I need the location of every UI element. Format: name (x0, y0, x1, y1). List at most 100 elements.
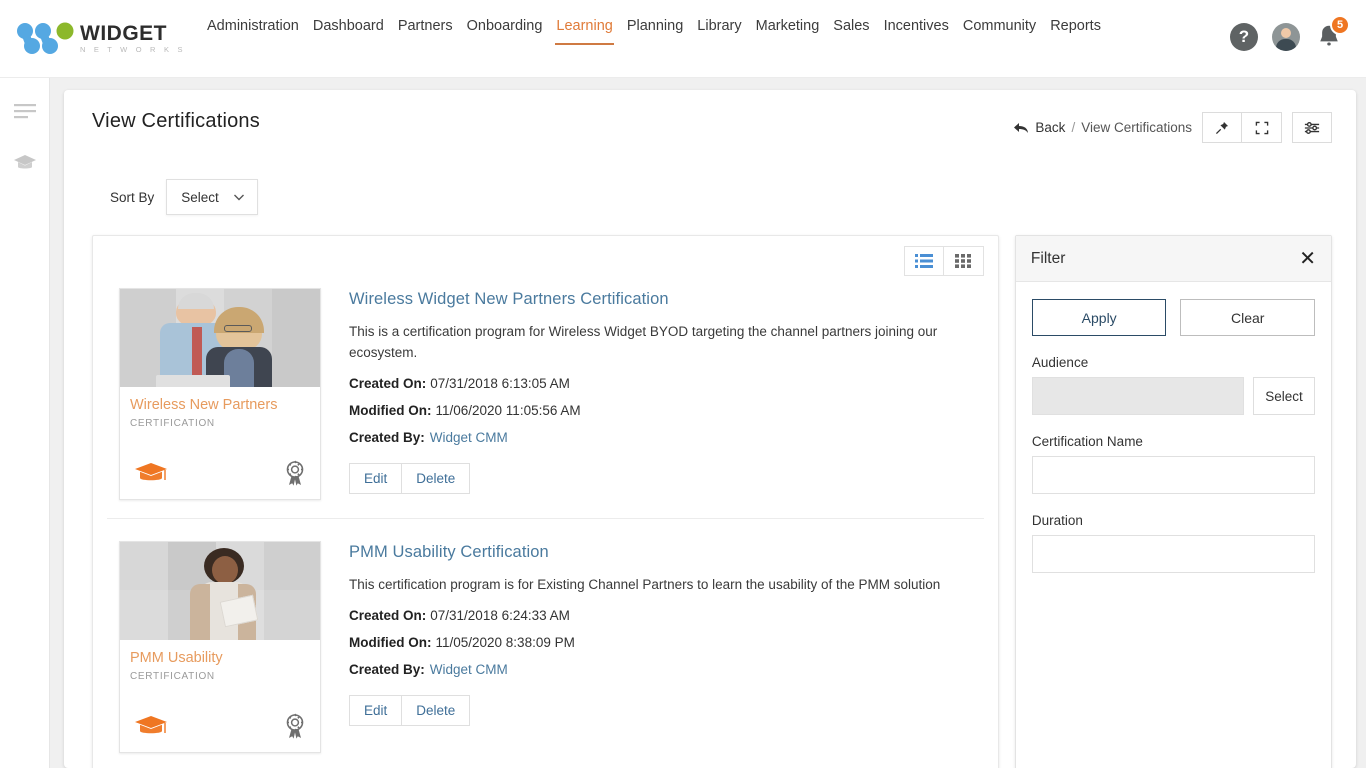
nav-item-dashboard[interactable]: Dashboard (306, 16, 391, 36)
notifications-button[interactable]: 5 (1314, 22, 1344, 52)
fullscreen-icon (1254, 120, 1270, 136)
nav-item-planning[interactable]: Planning (620, 16, 690, 36)
breadcrumb-current: View Certifications (1081, 120, 1192, 135)
brand-logo[interactable]: WIDGET N E T W O R K S (16, 22, 188, 56)
certification-thumbnail-image (120, 542, 320, 640)
created-on-row: Created On: 07/31/2018 6:24:33 AM (349, 608, 984, 623)
header-icon-buttons (1202, 112, 1282, 143)
close-icon[interactable]: ✕ (1299, 249, 1316, 269)
graduation-cap-icon (134, 713, 168, 739)
created-on-value: 07/31/2018 6:13:05 AM (430, 376, 570, 391)
hamburger-menu-icon[interactable] (12, 98, 38, 124)
modified-on-label: Modified On: (349, 635, 431, 650)
nav-item-partners[interactable]: Partners (391, 16, 460, 36)
created-by-value[interactable]: Widget CMM (430, 662, 508, 677)
nav-item-incentives[interactable]: Incentives (877, 16, 956, 36)
chevron-down-icon (231, 189, 247, 205)
certification-row: PMM Usability CERTIFICATION PMM Usabilit… (107, 518, 984, 768)
audience-field[interactable] (1032, 377, 1244, 415)
notification-badge: 5 (1330, 15, 1350, 35)
nav-item-administration[interactable]: Administration (200, 16, 306, 36)
top-navigation-bar: WIDGET N E T W O R K S AdministrationDas… (0, 0, 1366, 78)
certification-actions: Edit Delete (349, 695, 984, 726)
sort-by-select[interactable]: Select (166, 179, 258, 215)
created-on-label: Created On: (349, 608, 426, 623)
certification-thumbnail-body: Wireless New Partners CERTIFICATION (120, 387, 320, 429)
modified-on-value: 11/05/2020 8:38:09 PM (435, 635, 574, 650)
created-by-label: Created By: (349, 430, 425, 445)
view-toggle-group (107, 246, 984, 276)
certification-thumbnail-footer (120, 460, 320, 491)
certification-thumbnail-title: Wireless New Partners (130, 397, 310, 414)
created-on-row: Created On: 07/31/2018 6:13:05 AM (349, 376, 984, 391)
page-header: View Certifications Back / View Certific… (92, 110, 1332, 143)
certification-thumbnail-card[interactable]: Wireless New Partners CERTIFICATION (119, 288, 321, 500)
clear-button[interactable]: Clear (1180, 299, 1315, 336)
help-icon[interactable]: ? (1230, 23, 1258, 51)
brand-tagline: N E T W O R K S (80, 46, 186, 54)
certificate-badge-icon (284, 713, 306, 744)
created-by-row: Created By: Widget CMM (349, 430, 984, 445)
certification-list-panel: Wireless New Partners CERTIFICATION Wire… (92, 235, 999, 768)
created-by-label: Created By: (349, 662, 425, 677)
grid-view-icon (954, 253, 972, 269)
certificate-badge-icon (284, 713, 306, 739)
edit-button[interactable]: Edit (349, 695, 402, 726)
list-view-button[interactable] (904, 246, 944, 276)
sort-by-value: Select (181, 190, 219, 205)
certification-thumbnail-body: PMM Usability CERTIFICATION (120, 640, 320, 682)
certification-title-link[interactable]: PMM Usability Certification (349, 543, 984, 562)
sort-by-label: Sort By (110, 190, 154, 205)
nav-item-marketing[interactable]: Marketing (749, 16, 827, 36)
nav-item-onboarding[interactable]: Onboarding (460, 16, 550, 36)
avatar[interactable] (1272, 23, 1300, 51)
graduation-cap-icon (134, 460, 168, 486)
created-by-value[interactable]: Widget CMM (430, 430, 508, 445)
delete-button[interactable]: Delete (402, 695, 470, 726)
delete-button[interactable]: Delete (402, 463, 470, 494)
nav-item-community[interactable]: Community (956, 16, 1043, 36)
modified-on-row: Modified On: 11/05/2020 8:38:09 PM (349, 635, 984, 650)
brand-name: WIDGET (80, 23, 186, 44)
list-view-icon (914, 253, 934, 269)
sort-controls: Sort By Select (110, 179, 1332, 215)
fullscreen-button[interactable] (1242, 112, 1282, 143)
nav-item-sales[interactable]: Sales (826, 16, 876, 36)
graduation-cap-icon (134, 460, 168, 491)
page-shell: View Certifications Back / View Certific… (50, 78, 1366, 768)
audience-select-button[interactable]: Select (1253, 377, 1315, 415)
graduation-cap-icon[interactable] (12, 150, 38, 176)
certificate-badge-icon (284, 460, 306, 486)
left-sidebar-rail (0, 78, 50, 768)
certification-title-link[interactable]: Wireless Widget New Partners Certificati… (349, 290, 984, 309)
filter-panel: Filter ✕ Apply Clear Audience Select Cer… (1015, 235, 1332, 768)
duration-label: Duration (1032, 513, 1315, 528)
certification-description: This is a certification program for Wire… (349, 322, 984, 364)
duration-field[interactable] (1032, 535, 1315, 573)
modified-on-label: Modified On: (349, 403, 431, 418)
back-link[interactable]: Back (1035, 120, 1065, 135)
graduation-cap-icon (134, 713, 168, 744)
avatar-body (1276, 39, 1296, 51)
certification-row: Wireless New Partners CERTIFICATION Wire… (107, 276, 984, 518)
certification-thumbnail-card[interactable]: PMM Usability CERTIFICATION (119, 541, 321, 753)
main-nav: AdministrationDashboardPartnersOnboardin… (200, 16, 1108, 62)
created-on-value: 07/31/2018 6:24:33 AM (430, 608, 570, 623)
filter-action-buttons: Apply Clear (1032, 299, 1315, 336)
apply-button[interactable]: Apply (1032, 299, 1167, 336)
created-on-label: Created On: (349, 376, 426, 391)
audience-label: Audience (1032, 355, 1315, 370)
edit-button[interactable]: Edit (349, 463, 402, 494)
main-content-card: View Certifications Back / View Certific… (64, 90, 1356, 768)
certification-name-field[interactable] (1032, 456, 1315, 494)
grid-view-button[interactable] (944, 246, 984, 276)
certification-thumbnail-subtitle: CERTIFICATION (130, 671, 310, 682)
help-glyph: ? (1239, 27, 1249, 47)
certification-rows: Wireless New Partners CERTIFICATION Wire… (107, 276, 984, 768)
filter-settings-button[interactable] (1292, 112, 1332, 143)
nav-item-reports[interactable]: Reports (1043, 16, 1108, 36)
pin-button[interactable] (1202, 112, 1242, 143)
nav-item-learning[interactable]: Learning (549, 16, 619, 36)
certification-name-label: Certification Name (1032, 434, 1315, 449)
nav-item-library[interactable]: Library (690, 16, 748, 36)
